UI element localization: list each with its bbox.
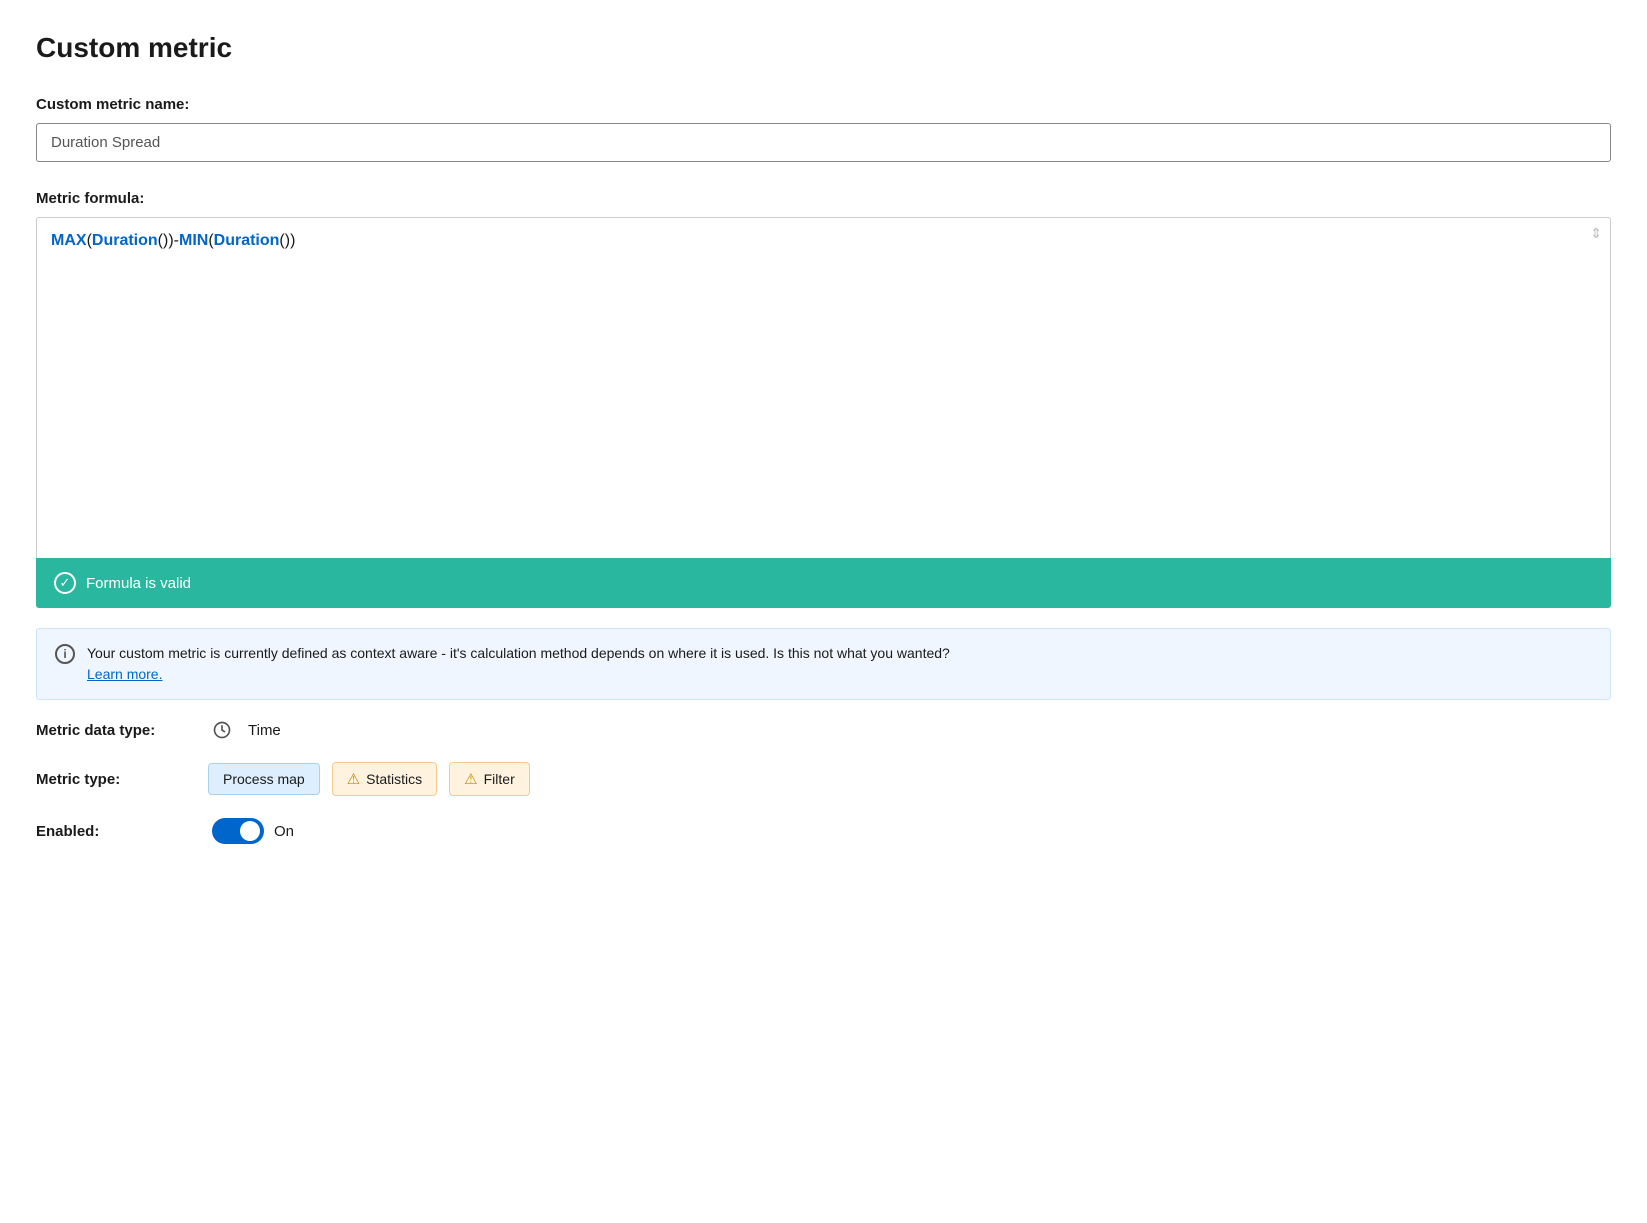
data-type-label: Metric data type: [36,722,196,739]
metric-name-input[interactable] [36,123,1611,162]
formula-valid-banner: Formula is valid [36,558,1611,608]
page-title: Custom metric [36,32,1611,64]
valid-check-icon [54,572,76,594]
valid-message: Formula is valid [86,575,191,592]
metric-type-row: Metric type: Process map ⚠ Statistics ⚠ … [36,762,1611,796]
formula-close-call2: ()) [279,232,295,249]
formula-duration2: Duration [214,232,280,249]
enabled-row: Enabled: On [36,818,1611,844]
warn-icon-filter: ⚠ [464,770,477,788]
formula-field-label: Metric formula: [36,190,1611,207]
tag-statistics[interactable]: ⚠ Statistics [332,762,437,796]
formula-close-call1: ())- [158,232,179,249]
metric-type-label: Metric type: [36,771,196,788]
formula-text[interactable]: MAX(Duration())-MIN(Duration()) [51,232,295,249]
data-type-value: Time [248,722,281,739]
info-text: Your custom metric is currently defined … [87,643,950,685]
toggle-slider [212,818,264,844]
learn-more-link[interactable]: Learn more. [87,666,162,682]
tag-process-map[interactable]: Process map [208,763,320,795]
info-box: i Your custom metric is currently define… [36,628,1611,700]
info-icon: i [55,644,75,664]
formula-duration1: Duration [92,232,158,249]
tag-filter-label: Filter [484,771,515,787]
clock-icon [212,720,232,740]
formula-min-keyword: MIN [179,232,208,249]
warn-icon-statistics: ⚠ [347,770,360,788]
tag-filter[interactable]: ⚠ Filter [449,762,530,796]
enabled-on-text: On [274,823,294,840]
tag-process-map-label: Process map [223,771,305,787]
data-type-row: Metric data type: Time [36,720,1611,740]
name-field-label: Custom metric name: [36,96,1611,113]
enabled-label: Enabled: [36,823,196,840]
enabled-toggle[interactable] [212,818,264,844]
formula-max-keyword: MAX [51,232,87,249]
tag-statistics-label: Statistics [366,771,422,787]
resize-handle-icon[interactable]: ⇕ [1590,226,1602,240]
formula-editor-container: ⇕ MAX(Duration())-MIN(Duration()) Formul… [36,217,1611,608]
formula-wrapper: ⇕ MAX(Duration())-MIN(Duration()) [36,217,1611,558]
toggle-container: On [212,818,294,844]
formula-code-area[interactable]: ⇕ MAX(Duration())-MIN(Duration()) [37,218,1610,558]
